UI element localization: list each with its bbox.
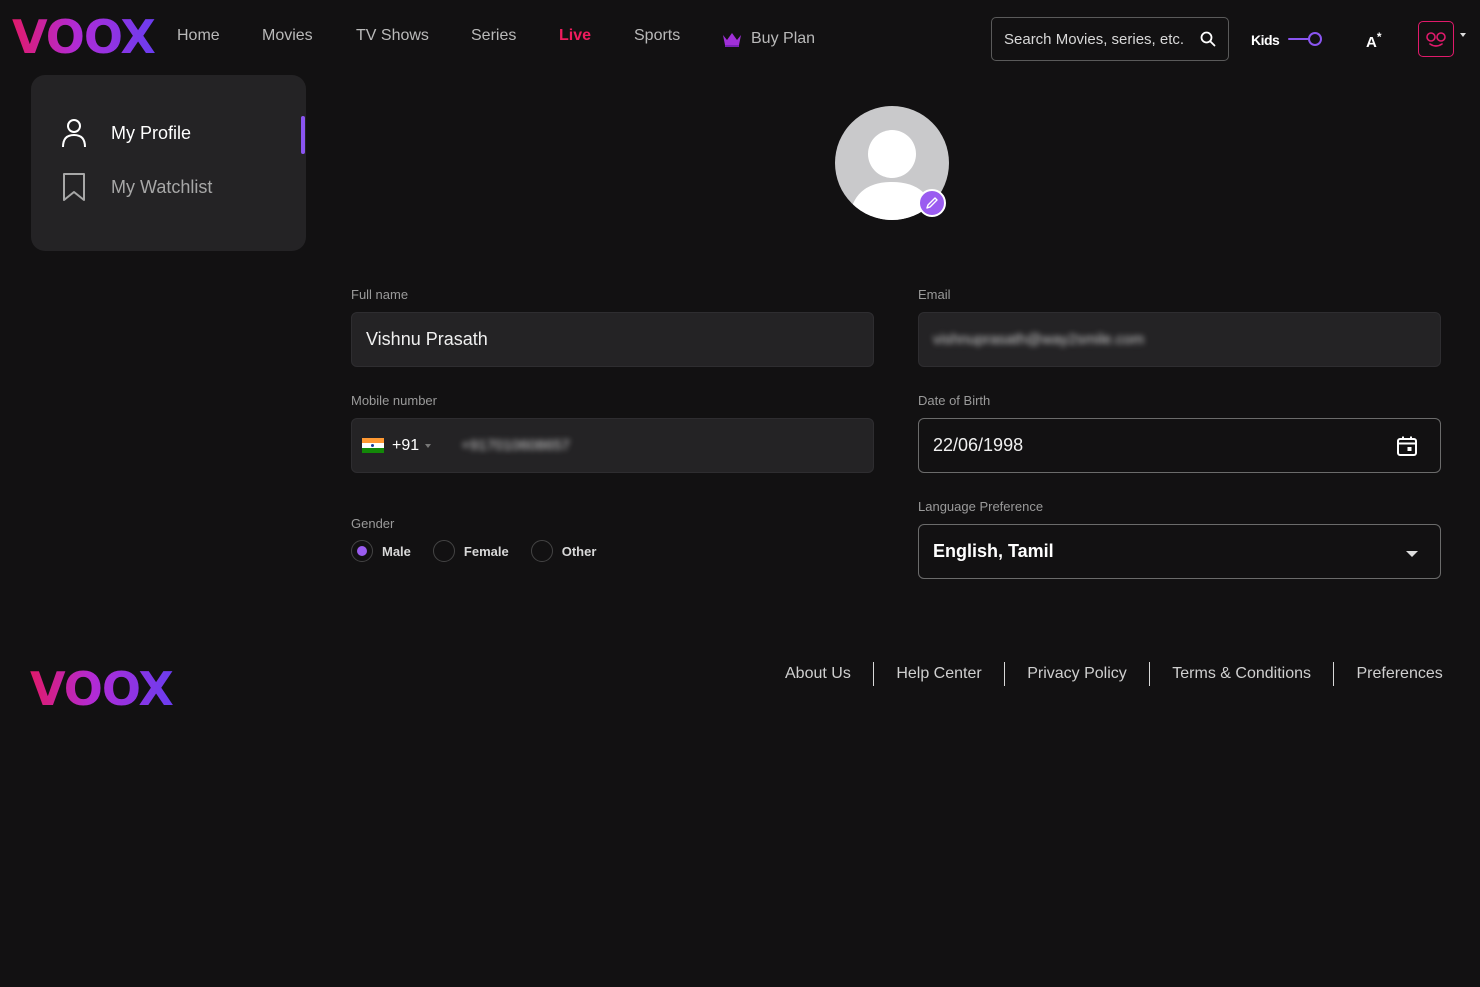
full-name-field[interactable]: Vishnu Prasath: [351, 312, 874, 367]
buy-plan-button[interactable]: Buy Plan: [722, 30, 815, 48]
nav-live[interactable]: Live: [559, 27, 591, 45]
chevron-down-icon[interactable]: [1406, 550, 1418, 557]
account-menu-button[interactable]: [1418, 21, 1454, 57]
calendar-icon[interactable]: [1396, 435, 1418, 457]
email-field[interactable]: vishnuprasath@way2smile.com: [918, 312, 1441, 367]
gender-radio-group: Male Female Other: [351, 540, 618, 562]
gender-option-male[interactable]: Male: [351, 540, 411, 562]
bookmark-icon: [63, 173, 85, 201]
crown-icon: [723, 33, 741, 47]
pencil-icon: [926, 197, 938, 209]
search-icon[interactable]: [1200, 31, 1216, 47]
language-label: Language Preference: [918, 499, 1044, 514]
radio-female[interactable]: [432, 540, 455, 562]
user-icon: [62, 119, 86, 148]
search-input[interactable]: [1004, 30, 1194, 48]
gender-option-other[interactable]: Other: [530, 540, 597, 562]
radio-other[interactable]: [530, 540, 553, 562]
profile-sidebar: My Profile My Watchlist: [31, 75, 306, 251]
sidebar-item-label: My Watchlist: [111, 176, 213, 197]
footer-link-preferences[interactable]: Preferences: [1334, 665, 1464, 683]
active-indicator: [301, 116, 305, 154]
nav-series[interactable]: Series: [471, 27, 516, 45]
nav-tv-shows[interactable]: TV Shows: [356, 27, 429, 45]
mobile-field[interactable]: +91 +917010608657: [351, 418, 874, 473]
mobile-input[interactable]: +917010608657: [461, 437, 859, 454]
dob-label: Date of Birth: [918, 393, 991, 408]
footer-link-privacy[interactable]: Privacy Policy: [1005, 665, 1149, 683]
nav-movies[interactable]: Movies: [262, 27, 313, 45]
india-flag-icon[interactable]: [362, 438, 384, 453]
mobile-label: Mobile number: [351, 393, 437, 408]
gender-label: Gender: [351, 516, 395, 531]
email-input[interactable]: vishnuprasath@way2smile.com: [933, 331, 1426, 348]
search-box[interactable]: [991, 17, 1229, 61]
dob-field[interactable]: 22/06/1998: [918, 418, 1441, 473]
gender-option-label: Male: [382, 543, 411, 559]
nav-sports[interactable]: Sports: [634, 27, 680, 45]
dob-input[interactable]: 22/06/1998: [933, 435, 1396, 456]
gender-option-label: Other: [561, 543, 597, 559]
full-name-label: Full name: [351, 287, 409, 302]
footer-link-about[interactable]: About Us: [763, 665, 873, 683]
chevron-down-icon[interactable]: [1460, 33, 1466, 37]
footer-links: About Us Help Center Privacy Policy Term…: [763, 662, 1465, 686]
sidebar-item-my-watchlist[interactable]: My Watchlist: [61, 172, 212, 202]
language-value[interactable]: English, Tamil: [933, 541, 1406, 562]
nav-home[interactable]: Home: [177, 27, 220, 45]
profile-mask-icon: [1426, 32, 1446, 47]
buy-plan-label: Buy Plan: [751, 30, 816, 47]
language-select[interactable]: English, Tamil: [918, 524, 1441, 579]
sidebar-item-my-profile[interactable]: My Profile: [61, 118, 191, 148]
sidebar-item-label: My Profile: [111, 122, 192, 143]
footer-link-help[interactable]: Help Center: [874, 665, 1003, 683]
email-label: Email: [918, 287, 951, 302]
edit-photo-button[interactable]: [918, 189, 946, 217]
kids-toggle[interactable]: [1288, 31, 1324, 47]
chevron-down-icon[interactable]: [425, 443, 432, 448]
gender-option-female[interactable]: Female: [432, 540, 509, 562]
translate-icon[interactable]: A*: [1366, 30, 1382, 51]
kids-label: Kids: [1251, 32, 1280, 48]
full-name-input[interactable]: Vishnu Prasath: [366, 329, 859, 350]
country-code[interactable]: +91: [392, 437, 419, 455]
footer-voox-logo[interactable]: VOOX: [30, 666, 174, 712]
footer-link-terms[interactable]: Terms & Conditions: [1150, 665, 1333, 683]
gender-option-label: Female: [463, 543, 509, 559]
radio-male[interactable]: [351, 540, 373, 562]
voox-logo[interactable]: VOOX: [12, 14, 156, 60]
